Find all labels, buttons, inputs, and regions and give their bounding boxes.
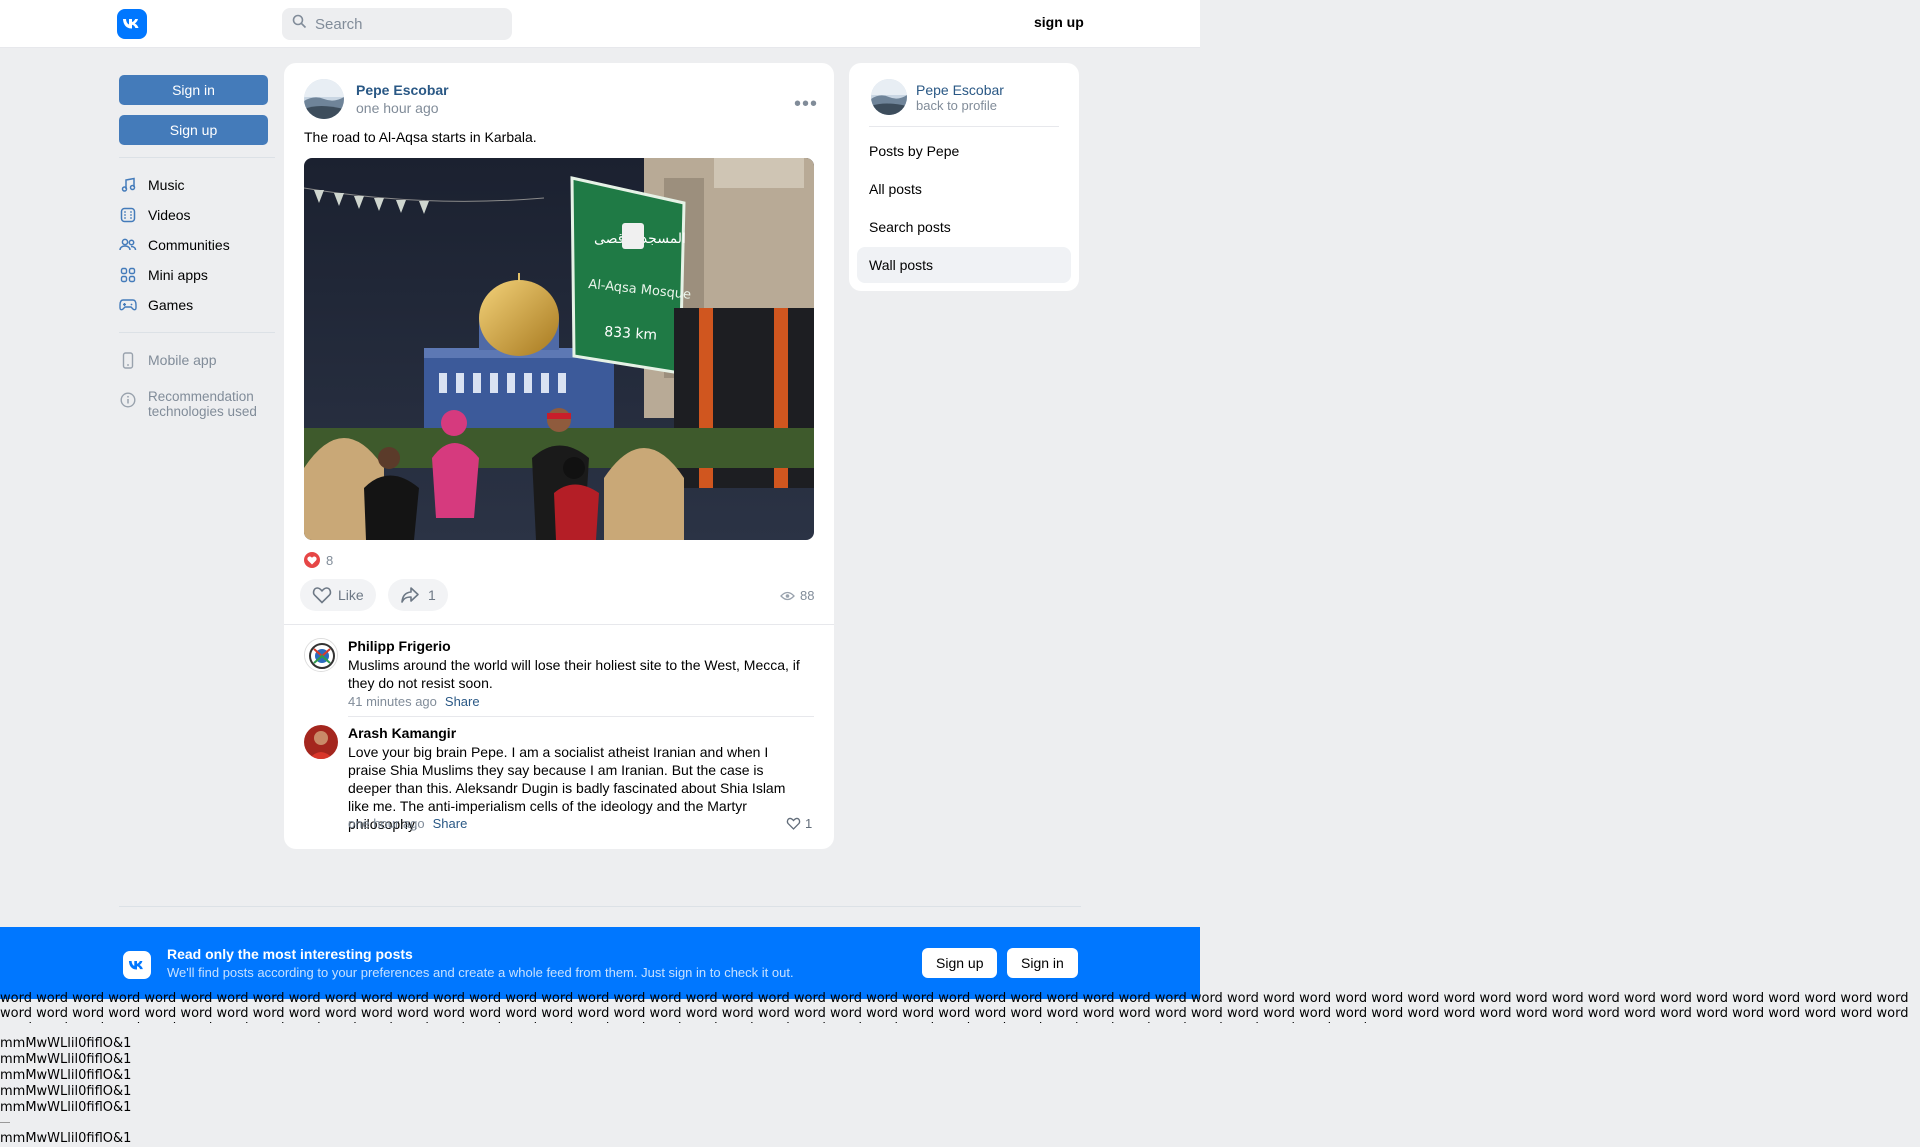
heart-outline-icon [786, 817, 801, 830]
sidebar-item-music[interactable]: Music [119, 170, 275, 200]
sidebar-item-label: Mobile app [148, 352, 217, 368]
mini-apps-icon [119, 266, 137, 284]
panel-item-search-posts[interactable]: Search posts [857, 209, 1071, 245]
recommendation-text: Recommendation technologies used [148, 389, 257, 419]
panel-item-all-posts[interactable]: All posts [857, 171, 1071, 207]
share-button[interactable]: 1 [388, 579, 448, 611]
sidebar-signup-button[interactable]: Sign up [119, 115, 268, 145]
comment-time[interactable]: one hour ago [348, 816, 425, 831]
share-count: 1 [428, 587, 436, 603]
vk-logo-icon [123, 951, 151, 979]
comment-share-link[interactable]: Share [433, 816, 468, 831]
comment-share-link[interactable]: Share [445, 694, 480, 709]
sidebar-item-recommendation[interactable]: Recommendation technologies used [119, 389, 275, 427]
glyph-line: mmMwWLlil0fiflO&1 [0, 1084, 132, 1099]
small-rule [0, 1122, 10, 1123]
heart-outline-icon [312, 586, 332, 604]
sidebar-item-mobile-app[interactable]: Mobile app [119, 345, 275, 375]
search-box[interactable] [282, 8, 512, 40]
more-options-icon[interactable]: ••• [794, 93, 818, 116]
communities-icon [119, 236, 137, 254]
panel-item-wall-posts[interactable]: Wall posts [857, 247, 1071, 283]
recommendation-line-2: technologies used [148, 404, 257, 419]
sidebar-item-communities[interactable]: Communities [119, 230, 275, 260]
comment-like-count: 1 [805, 816, 813, 831]
signin-promo-banner: Read only the most interesting posts We'… [0, 927, 1200, 999]
post-time[interactable]: one hour ago [356, 100, 439, 116]
glyph-line: mmMwWLlil0fiflO&1 [0, 1036, 132, 1051]
like-button[interactable]: Like [300, 579, 376, 611]
back-to-profile-link[interactable]: back to profile [916, 98, 997, 113]
comment-meta: one hour ago Share [348, 816, 467, 831]
profile-avatar[interactable] [871, 79, 907, 115]
like-label: Like [338, 587, 364, 603]
comment-meta: 41 minutes ago Share [348, 694, 480, 709]
footer-divider [119, 906, 1081, 907]
comment-divider [348, 716, 814, 717]
comments-divider [284, 624, 834, 625]
banner-signup-button[interactable]: Sign up [922, 948, 998, 978]
post-text: The road to Al-Aqsa starts in Karbala. [304, 129, 537, 145]
sidebar-item-mini-apps[interactable]: Mini apps [119, 260, 275, 290]
comment-author[interactable]: Philipp Frigerio [348, 638, 451, 654]
sidebar-divider [119, 157, 275, 158]
comment-time[interactable]: 41 minutes ago [348, 694, 437, 709]
games-icon [119, 296, 137, 314]
sidebar-item-label: Games [148, 297, 194, 313]
comment-text: Muslims around the world will lose their… [348, 657, 800, 691]
search-input[interactable] [315, 15, 495, 33]
header-signup-link[interactable]: sign up [1034, 14, 1084, 30]
post-card: Pepe Escobar one hour ago ••• The road t… [284, 63, 834, 849]
sidebar-item-label: Music [148, 177, 185, 193]
info-icon [119, 391, 137, 409]
banner-title: Read only the most interesting posts [167, 946, 413, 962]
profile-name[interactable]: Pepe Escobar [916, 82, 1004, 98]
share-arrow-icon [400, 586, 420, 604]
glyph-line: mmMwWLlil0fiflO&1 [0, 1100, 132, 1115]
post-author-name[interactable]: Pepe Escobar [356, 82, 449, 98]
music-icon [119, 176, 137, 194]
reactions-summary[interactable]: 8 [304, 552, 333, 568]
glyph-line: mmMwWLlil0fiflO&1 [0, 1131, 132, 1146]
views-count: 88 [800, 588, 815, 603]
sidebar-signin-button[interactable]: Sign in [119, 75, 268, 105]
eye-icon [780, 591, 795, 601]
panel-item-posts-by-pepe[interactable]: Posts by Pepe [857, 133, 1071, 169]
reactions-count: 8 [326, 552, 334, 568]
heart-reaction-icon [304, 552, 320, 568]
banner-signin-button[interactable]: Sign in [1007, 948, 1078, 978]
left-sidebar: Sign in Sign up Music Videos Communities… [119, 75, 275, 427]
glyph-line: mmMwWLlil0fiflO&1 [0, 1068, 132, 1083]
author-avatar[interactable] [304, 79, 344, 119]
sidebar-item-label: Videos [148, 207, 191, 223]
banner-subtitle: We'll find posts according to your prefe… [167, 965, 794, 980]
profile-posts-panel: Pepe Escobar back to profile Posts by Pe… [849, 63, 1079, 291]
search-icon [292, 14, 307, 34]
sidebar-item-label: Communities [148, 237, 230, 253]
videos-icon [119, 206, 137, 224]
glyph-line: mmMwWLlil0fiflO&1 [0, 1052, 132, 1067]
sidebar-item-videos[interactable]: Videos [119, 200, 275, 230]
views-counter: 88 [780, 588, 814, 603]
recommendation-line-1: Recommendation [148, 389, 254, 404]
glyph-test-lines: mmMwWLlil0fiflO&1 mmMwWLlil0fiflO&1 mmMw… [0, 1036, 131, 1147]
post-photo[interactable]: المسجد الأقصى Al-Aqsa Mosque 833 km [304, 158, 814, 540]
top-header: sign up [0, 0, 1200, 48]
panel-divider [869, 126, 1059, 127]
comment-avatar[interactable] [304, 638, 338, 672]
filler-word-text: word word word word word word word word … [0, 991, 1909, 1023]
vk-logo-icon[interactable] [117, 9, 147, 39]
sidebar-item-games[interactable]: Games [119, 290, 275, 320]
mobile-phone-icon [119, 351, 137, 369]
comment-avatar[interactable] [304, 725, 338, 759]
sidebar-item-label: Mini apps [148, 267, 208, 283]
sidebar-divider [119, 332, 275, 333]
comment-like-button[interactable]: 1 [786, 816, 812, 831]
comment-author[interactable]: Arash Kamangir [348, 725, 456, 741]
